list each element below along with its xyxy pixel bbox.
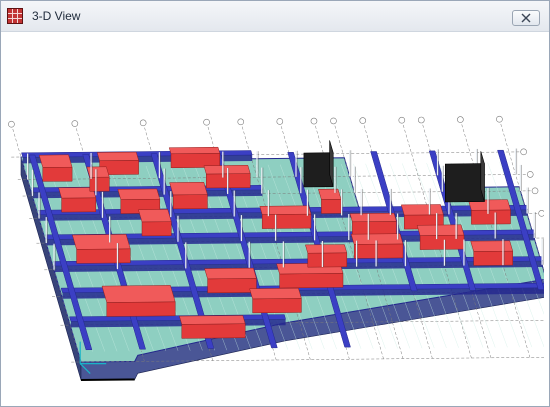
grid-bubble: [237, 118, 245, 126]
wall-face: [141, 221, 172, 237]
wall-face: [172, 194, 208, 210]
wall-face: [206, 173, 251, 189]
grid-bubble: [520, 148, 527, 156]
wall-top: [168, 146, 221, 155]
wall-face: [106, 301, 176, 317]
wall-face: [76, 248, 131, 264]
wall-top: [138, 209, 172, 223]
grid-bubble: [526, 171, 534, 178]
grid-bubble: [8, 120, 15, 128]
wall-top: [169, 182, 208, 196]
wall-top: [179, 315, 246, 325]
grid-bubble: [418, 116, 425, 124]
grid-bubble: [276, 118, 284, 125]
wall-face: [42, 166, 73, 182]
grid-bubble: [71, 120, 79, 127]
close-button[interactable]: [512, 10, 540, 26]
close-x-icon: [521, 13, 531, 23]
grid-bubble: [359, 117, 367, 124]
wall-top: [305, 244, 348, 254]
wall-top: [470, 240, 514, 252]
wall-face: [261, 213, 312, 229]
wall-top: [249, 287, 302, 300]
wall-top: [204, 267, 257, 280]
wall-top: [86, 166, 110, 178]
wall-face: [321, 199, 342, 214]
base-edge: [80, 378, 135, 381]
wall-face: [252, 298, 302, 314]
wall-face: [279, 273, 344, 289]
grid-bubble: [398, 116, 406, 124]
grid-bubble: [531, 187, 539, 195]
model-grid-icon: [7, 8, 23, 24]
wall-face: [207, 278, 257, 294]
wall-top: [72, 234, 131, 250]
grid-bubble: [203, 118, 210, 126]
core-wall: [444, 163, 485, 203]
wall-top: [117, 188, 161, 200]
wall-top: [349, 212, 397, 223]
wall-face: [181, 323, 246, 339]
wall-face: [473, 250, 513, 266]
grid-bubble: [139, 119, 147, 127]
wall-face: [61, 197, 97, 213]
wall-face: [307, 252, 348, 268]
wall-top: [318, 188, 342, 200]
window-title: 3-D View: [32, 9, 81, 23]
wall-face: [89, 176, 110, 192]
grid-bubble: [538, 210, 544, 217]
wall-top: [101, 285, 176, 303]
grid-bubble: [496, 115, 503, 123]
title-bar[interactable]: 3-D View: [1, 1, 549, 32]
wall-top: [259, 205, 312, 215]
wall-top: [38, 154, 73, 168]
wall-face: [353, 243, 404, 259]
core-wall: [303, 152, 334, 188]
grid-bubble: [330, 117, 337, 125]
wall-top: [416, 224, 465, 236]
building-model-scene[interactable]: [7, 32, 544, 402]
grid-bubble: [457, 116, 464, 123]
three-d-view-window: 3-D View: [0, 0, 550, 407]
model-3d-viewport[interactable]: [7, 32, 544, 402]
grid-bubble: [310, 117, 318, 125]
wall-face: [471, 209, 511, 225]
wall-top: [96, 151, 139, 161]
